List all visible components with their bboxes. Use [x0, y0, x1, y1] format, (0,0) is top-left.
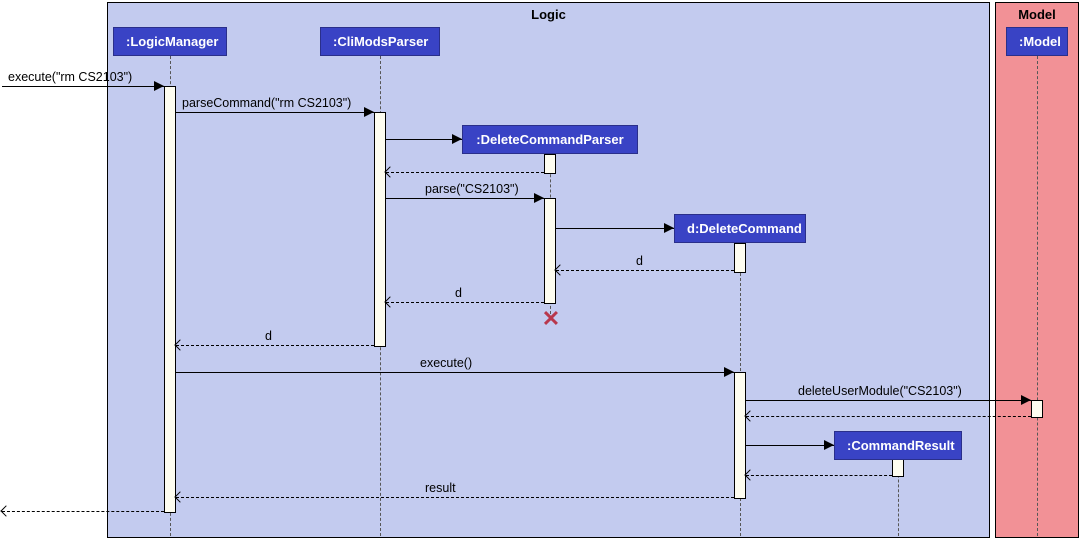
participant-model: :Model	[1006, 27, 1068, 56]
msg-return-model	[746, 416, 1031, 417]
msg-return-d2	[386, 302, 544, 303]
msg-create-dc	[556, 228, 674, 229]
logic-frame-title: Logic	[531, 7, 566, 22]
activation-dc-2	[734, 372, 746, 499]
label-execute-in: execute("rm CS2103")	[8, 70, 132, 84]
msg-result	[176, 497, 734, 498]
arrow-return-out	[0, 505, 11, 516]
arrow-create-dcp	[452, 134, 462, 144]
msg-execute	[176, 372, 734, 373]
activation-dc-1	[734, 243, 746, 273]
arrow-execute-in	[154, 81, 164, 91]
label-parse: parse("CS2103")	[425, 182, 519, 196]
msg-return-out	[2, 511, 164, 512]
msg-return-dcp-create	[386, 172, 544, 173]
participant-delete-command: d:DeleteCommand	[674, 214, 806, 243]
activation-dcp-1	[544, 154, 556, 174]
msg-parse-command	[176, 112, 374, 113]
participant-delete-command-parser: :DeleteCommandParser	[462, 125, 638, 154]
label-return-d3: d	[265, 329, 272, 343]
activation-dcp-2	[544, 198, 556, 304]
participant-climods-parser: :CliModsParser	[320, 27, 440, 56]
msg-return-d1	[556, 270, 734, 271]
arrow-parse-command	[364, 107, 374, 117]
activation-cmp	[374, 112, 386, 347]
participant-logic-manager: :LogicManager	[113, 27, 227, 56]
msg-create-dcp	[386, 139, 462, 140]
activation-lm	[164, 86, 176, 513]
label-return-d2: d	[455, 286, 462, 300]
arrow-create-cr	[824, 440, 834, 450]
msg-return-cr	[746, 475, 892, 476]
msg-delete-user-module	[746, 400, 1031, 401]
lifeline-model	[1037, 56, 1038, 536]
activation-m	[1031, 400, 1043, 418]
msg-parse	[386, 198, 544, 199]
model-frame-title: Model	[1018, 7, 1056, 22]
msg-create-cr	[746, 445, 834, 446]
arrow-execute	[724, 367, 734, 377]
label-result: result	[425, 481, 456, 495]
msg-return-d3	[176, 345, 374, 346]
arrow-delete-user-module	[1021, 395, 1031, 405]
arrow-parse	[534, 193, 544, 203]
label-parse-command: parseCommand("rm CS2103")	[182, 96, 351, 110]
label-execute: execute()	[420, 356, 472, 370]
participant-command-result: :CommandResult	[834, 431, 962, 460]
activation-cr	[892, 459, 904, 477]
destroy-dcp: ✕	[542, 306, 560, 332]
msg-execute-in	[2, 86, 164, 87]
arrow-create-dc	[664, 223, 674, 233]
label-delete-user-module: deleteUserModule("CS2103")	[798, 384, 962, 398]
label-return-d1: d	[636, 254, 643, 268]
